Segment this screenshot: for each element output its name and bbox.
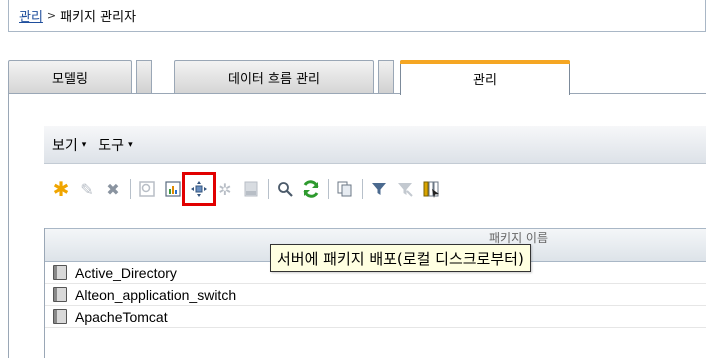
breadcrumb-current: 패키지 관리자 (60, 10, 137, 25)
tab-modeling[interactable]: 모델링 (8, 60, 132, 94)
package-icon (53, 265, 67, 280)
filter-icon[interactable] (368, 178, 390, 200)
refresh-icon[interactable] (300, 178, 322, 200)
chevron-down-icon: ▾ (81, 139, 87, 150)
deploy-package-icon[interactable] (182, 172, 216, 206)
package-name: Alteon_application_switch (75, 286, 237, 303)
menu-view-label: 보기 (52, 137, 78, 154)
export-report-icon[interactable] (162, 178, 184, 200)
table-row[interactable]: ApacheTomcat (45, 306, 706, 328)
menu-tools-label: 도구 (98, 137, 125, 154)
package-icon (53, 309, 67, 324)
toolbar-separator (328, 179, 329, 199)
undeploy-icon[interactable]: ✲ (214, 178, 236, 200)
tooltip: 서버에 패키지 배포(로컬 디스크로부터) (270, 244, 531, 272)
tab-bar: 모델링 데이터 흐름 관리 관리 (8, 56, 706, 95)
menu-view[interactable]: 보기 ▾ (52, 135, 86, 155)
toolbar-separator (362, 179, 363, 199)
tab-label: 관리 (473, 72, 497, 88)
delete-icon[interactable]: ✖ (102, 178, 124, 200)
breadcrumb: 관리 > 패키지 관리자 (8, 0, 706, 32)
toolbar: ✱ ✎ ✖ ✲ (44, 172, 706, 206)
copy-icon[interactable] (334, 178, 356, 200)
table-row[interactable]: Alteon_application_switch (45, 284, 706, 306)
search-resources-icon[interactable] (136, 178, 158, 200)
package-name: Active_Directory (75, 264, 177, 281)
new-icon[interactable]: ✱ (50, 177, 72, 201)
tab-divider (136, 60, 152, 94)
breadcrumb-link-admin[interactable]: 관리 (19, 6, 43, 25)
toolbar-separator (268, 179, 269, 199)
package-icon (53, 287, 67, 302)
find-icon[interactable] (274, 178, 296, 200)
tab-divider (378, 60, 394, 94)
column-chooser-icon[interactable] (420, 178, 442, 200)
package-name: ApacheTomcat (75, 308, 168, 325)
edit-icon[interactable]: ✎ (76, 178, 98, 200)
tab-label: 데이터 흐름 관리 (228, 72, 320, 87)
tab-administration[interactable]: 관리 (400, 60, 570, 95)
tab-data-flow-management[interactable]: 데이터 흐름 관리 (174, 60, 374, 94)
chevron-down-icon: ▾ (128, 139, 133, 150)
breadcrumb-separator: > (46, 9, 57, 22)
clear-filter-icon[interactable] (394, 178, 416, 200)
toolbar-separator (130, 179, 131, 199)
tab-label: 모델링 (52, 72, 88, 87)
zip-icon[interactable] (240, 178, 262, 200)
menu-bar: 보기 ▾ 도구 ▾ (44, 126, 706, 164)
menu-tools[interactable]: 도구 ▾ (98, 135, 132, 155)
